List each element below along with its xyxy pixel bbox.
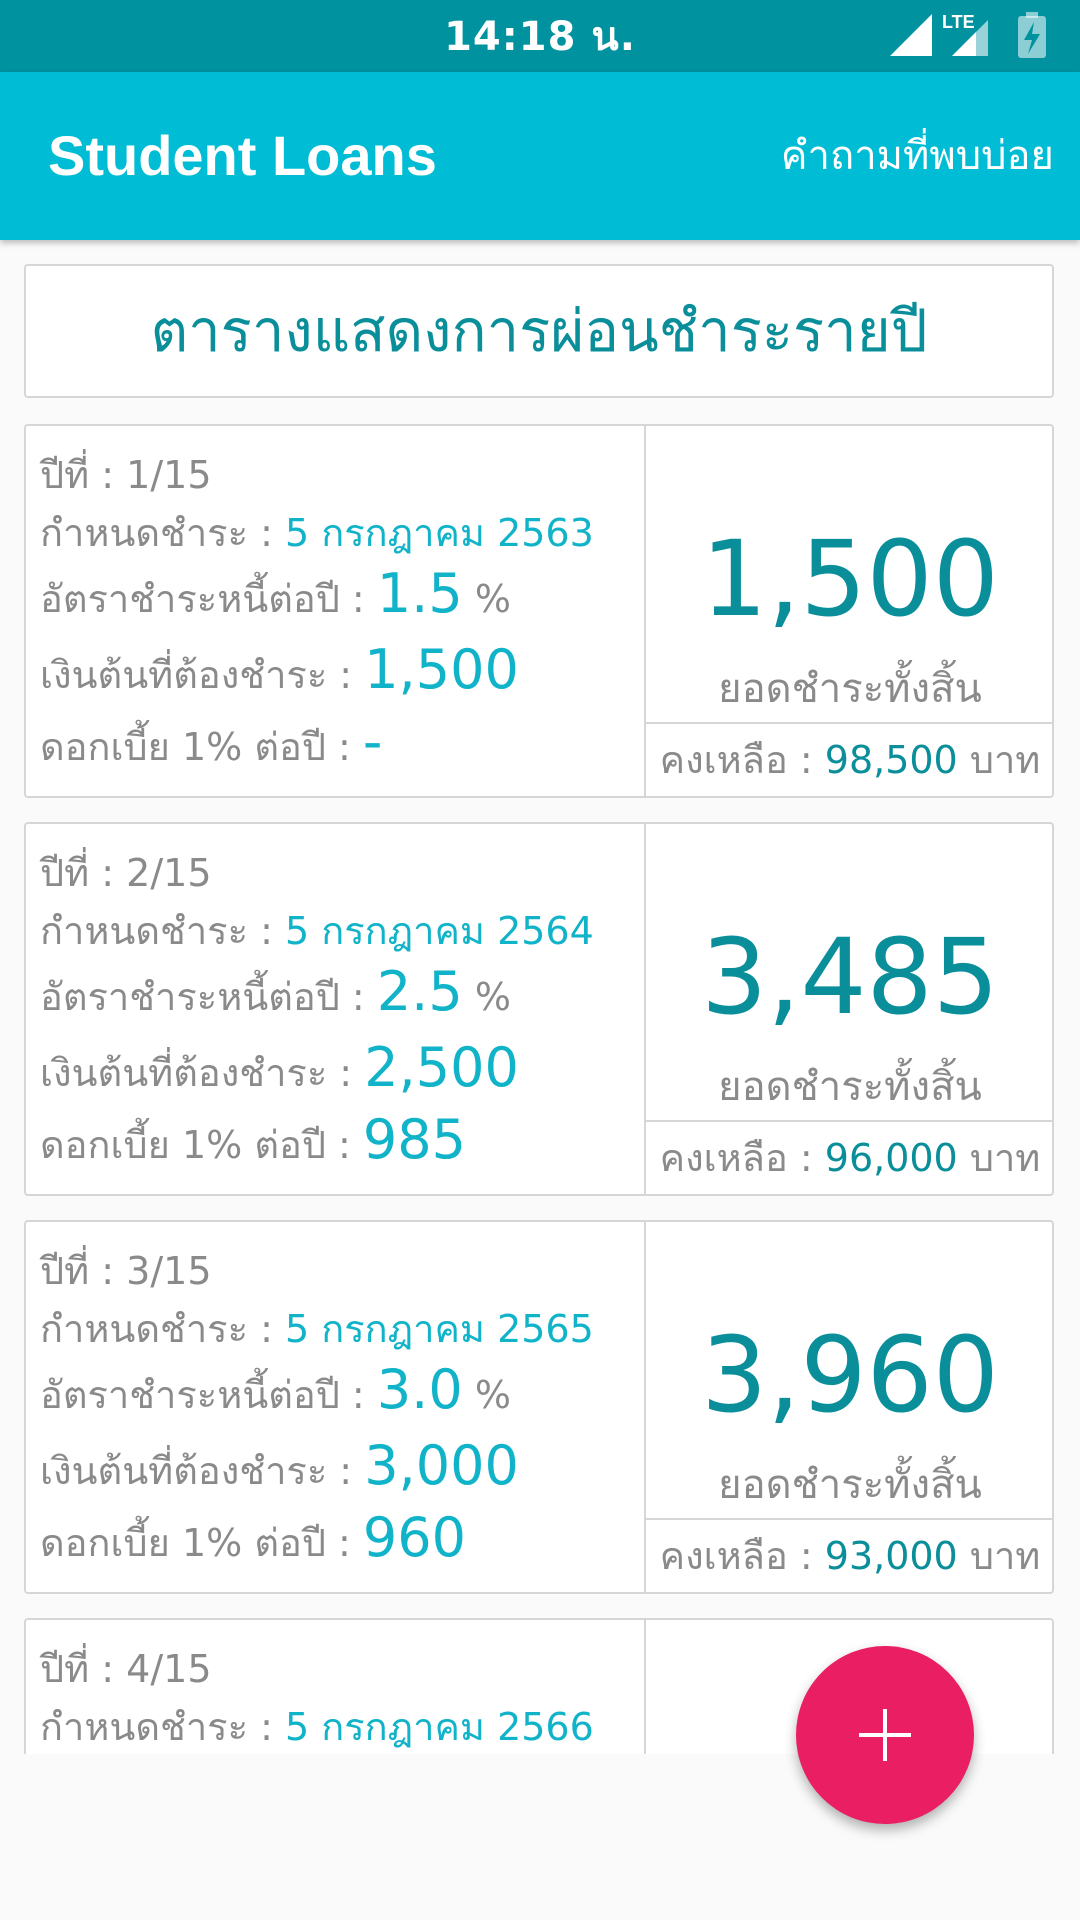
- table-heading: ตารางแสดงการผ่อนชำระรายปี: [24, 264, 1054, 398]
- rate-value: 2.5: [376, 960, 463, 1023]
- year-value: 4/15: [126, 1647, 212, 1691]
- due-date-value: 5 กรกฎาคม 2564: [284, 909, 594, 953]
- faq-link[interactable]: คำถามที่พบบ่อย: [781, 72, 1054, 240]
- status-icons: LTE: [890, 12, 1046, 58]
- principal-row: เงินต้นที่ต้องชำระ : 1,500: [40, 638, 519, 701]
- installment-summary: 3,960 ยอดชำระทั้งสิ้น คงเหลือ : 93,000 บ…: [644, 1222, 1054, 1592]
- plus-icon: [859, 1709, 911, 1761]
- remaining-balance: คงเหลือ : 98,500 บาท: [646, 722, 1054, 796]
- network-type-label: LTE: [942, 12, 975, 32]
- signal-icon-2-fill: [952, 32, 976, 56]
- due-date-value: 5 กรกฎาคม 2566: [284, 1705, 594, 1749]
- interest-value: -: [362, 710, 383, 773]
- installment-details: ปีที่ : 4/15 กำหนดชำระ : 5 กรกฎาคม 2566: [26, 1620, 644, 1754]
- principal-row: เงินต้นที่ต้องชำระ : 3,000: [40, 1434, 519, 1497]
- add-button[interactable]: [796, 1646, 974, 1824]
- due-row: กำหนดชำระ : 5 กรกฎาคม 2566: [40, 1705, 594, 1749]
- installment-details: ปีที่ : 3/15 กำหนดชำระ : 5 กรกฎาคม 2565 …: [26, 1222, 644, 1592]
- installment-card: ปีที่ : 1/15 กำหนดชำระ : 5 กรกฎาคม 2563 …: [24, 424, 1054, 798]
- status-bar: 14:18 น. LTE: [0, 0, 1080, 72]
- rate-row: อัตราชำระหนี้ต่อปี : 1.5 %: [40, 562, 511, 625]
- remaining-value: 96,000: [824, 1136, 958, 1180]
- total-label: ยอดชำระทั้งสิ้น: [718, 1462, 982, 1508]
- year-row: ปีที่ : 1/15: [40, 453, 212, 497]
- interest-value: 960: [362, 1506, 466, 1569]
- installment-card: ปีที่ : 2/15 กำหนดชำระ : 5 กรกฎาคม 2564 …: [24, 822, 1054, 1196]
- due-row: กำหนดชำระ : 5 กรกฎาคม 2564: [40, 909, 594, 953]
- year-value: 2/15: [126, 851, 212, 895]
- total-label: ยอดชำระทั้งสิ้น: [718, 1064, 982, 1110]
- remaining-balance: คงเหลือ : 93,000 บาท: [646, 1518, 1054, 1592]
- app-bar: Student Loans คำถามที่พบบ่อย: [0, 72, 1080, 240]
- rate-value: 3.0: [376, 1358, 463, 1421]
- due-row: กำหนดชำระ : 5 กรกฎาคม 2565: [40, 1307, 594, 1351]
- rate-value: 1.5: [376, 562, 463, 625]
- app-title: Student Loans: [48, 124, 437, 187]
- total-amount: 3,960: [701, 1314, 999, 1436]
- due-date-value: 5 กรกฎาคม 2565: [284, 1307, 594, 1351]
- signal-icon: [890, 14, 932, 56]
- year-value: 3/15: [126, 1249, 212, 1293]
- installment-list[interactable]: ตารางแสดงการผ่อนชำระรายปี ปีที่ : 1/15 ก…: [0, 240, 1080, 1754]
- interest-value: 985: [362, 1108, 466, 1171]
- installment-details: ปีที่ : 2/15 กำหนดชำระ : 5 กรกฎาคม 2564 …: [26, 824, 644, 1194]
- interest-row: ดอกเบี้ย 1% ต่อปี : -: [40, 710, 383, 773]
- remaining-value: 98,500: [824, 738, 958, 782]
- year-row: ปีที่ : 2/15: [40, 851, 212, 895]
- remaining-balance: คงเหลือ : 96,000 บาท: [646, 1120, 1054, 1194]
- interest-row: ดอกเบี้ย 1% ต่อปี : 985: [40, 1108, 466, 1171]
- installment-summary: 3,485 ยอดชำระทั้งสิ้น คงเหลือ : 96,000 บ…: [644, 824, 1054, 1194]
- principal-value: 3,000: [364, 1434, 519, 1497]
- installment-card: ปีที่ : 3/15 กำหนดชำระ : 5 กรกฎาคม 2565 …: [24, 1220, 1054, 1594]
- remaining-value: 93,000: [824, 1534, 958, 1578]
- principal-row: เงินต้นที่ต้องชำระ : 2,500: [40, 1036, 519, 1099]
- interest-row: ดอกเบี้ย 1% ต่อปี : 960: [40, 1506, 466, 1569]
- total-amount: 3,485: [701, 916, 999, 1038]
- installment-details: ปีที่ : 1/15 กำหนดชำระ : 5 กรกฎาคม 2563 …: [26, 426, 644, 796]
- due-row: กำหนดชำระ : 5 กรกฎาคม 2563: [40, 511, 594, 555]
- rate-row: อัตราชำระหนี้ต่อปี : 3.0 %: [40, 1358, 511, 1421]
- year-value: 1/15: [126, 453, 212, 497]
- year-row: ปีที่ : 4/15: [40, 1647, 212, 1691]
- total-amount: 1,500: [701, 518, 999, 640]
- installment-summary: 1,500 ยอดชำระทั้งสิ้น คงเหลือ : 98,500 บ…: [644, 426, 1054, 796]
- principal-value: 1,500: [364, 638, 519, 701]
- year-row: ปีที่ : 3/15: [40, 1249, 212, 1293]
- rate-row: อัตราชำระหนี้ต่อปี : 2.5 %: [40, 960, 511, 1023]
- total-label: ยอดชำระทั้งสิ้น: [718, 666, 982, 712]
- due-date-value: 5 กรกฎาคม 2563: [284, 511, 594, 555]
- principal-value: 2,500: [364, 1036, 519, 1099]
